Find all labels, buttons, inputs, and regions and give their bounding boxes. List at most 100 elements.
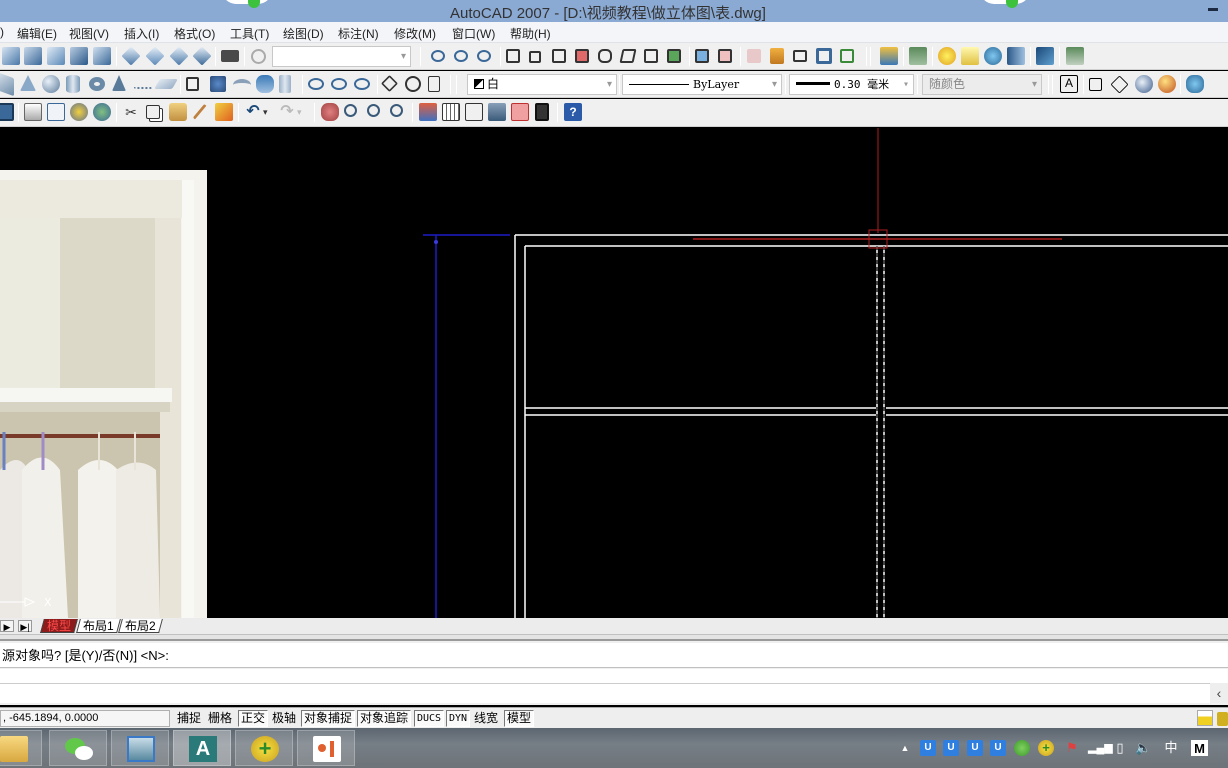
dyn-toggle[interactable]: DYN [446, 710, 471, 727]
3d-box-icon[interactable] [1089, 78, 1102, 91]
taskbar-wechat[interactable] [49, 730, 107, 766]
prev-tab-button[interactable]: ▶ [0, 620, 14, 632]
command-splitter[interactable] [0, 635, 1228, 641]
tab-layout1[interactable]: 布局1 [76, 619, 121, 633]
text-style-icon[interactable]: A [1060, 75, 1078, 93]
redo-icon[interactable]: ↷ [278, 103, 296, 121]
volume-icon[interactable]: 🔈 [1135, 740, 1151, 756]
3d-rotate-icon[interactable] [405, 76, 421, 92]
cone-icon[interactable] [20, 75, 36, 91]
render-window-icon[interactable] [1036, 47, 1054, 65]
box-icon[interactable] [0, 71, 14, 97]
front-view-icon[interactable] [93, 47, 111, 65]
check-icon[interactable] [840, 49, 854, 63]
menu-insert[interactable]: 插入(I) [124, 25, 159, 42]
toolbar-lock-icon[interactable] [1217, 712, 1228, 726]
intersect-icon[interactable] [354, 78, 370, 90]
sphere-icon[interactable] [42, 75, 60, 93]
coordinate-readout[interactable]: , -645.1894, 0.0000 [0, 710, 170, 727]
lineweight-toggle[interactable]: 线宽 [471, 710, 501, 727]
linetype-dropdown[interactable]: ByLayer ▾ [622, 74, 782, 95]
pyramid-icon[interactable] [112, 75, 126, 91]
color-faces-icon[interactable] [667, 49, 681, 63]
top-view-icon[interactable] [2, 47, 20, 65]
clean-icon[interactable] [770, 48, 784, 64]
camera-icon[interactable] [221, 50, 239, 62]
right-view-icon[interactable] [70, 47, 88, 65]
zoom-realtime-icon[interactable] [344, 104, 357, 117]
sheet-set-icon[interactable] [488, 103, 506, 121]
intersect-icon[interactable] [477, 50, 491, 62]
menu-draw[interactable]: 绘图(D) [283, 25, 324, 42]
sw-iso-icon[interactable] [121, 46, 141, 66]
otrack-toggle[interactable]: 对象追踪 [357, 710, 412, 727]
tray-u-app-icon[interactable]: U [967, 740, 983, 756]
menu-modify[interactable]: 修改(M) [394, 25, 436, 42]
planar-surface-icon[interactable] [154, 79, 178, 89]
menu-window[interactable]: 窗口(W) [452, 25, 495, 42]
cylinder-icon[interactable] [66, 75, 80, 93]
separate-icon[interactable] [793, 50, 807, 62]
loft-icon[interactable] [279, 75, 291, 93]
comm-center-warning-icon[interactable] [1197, 710, 1213, 726]
3d-wire-icon[interactable] [1110, 75, 1129, 94]
subtract-icon[interactable] [454, 50, 468, 62]
imprint-icon[interactable] [747, 49, 761, 63]
plot-icon[interactable] [24, 103, 42, 121]
toolpalette-icon[interactable] [1186, 75, 1204, 93]
materials-icon[interactable] [984, 47, 1002, 65]
model-toggle[interactable]: 模型 [504, 710, 535, 727]
redo-dropdown-icon[interactable]: ▾ [297, 103, 307, 121]
tray-u-app-icon[interactable]: U [920, 740, 936, 756]
subtract-icon[interactable] [331, 78, 347, 90]
plot-preview-icon[interactable] [47, 103, 65, 121]
taskbar-office-app[interactable] [297, 730, 355, 766]
left-view-icon[interactable] [47, 47, 65, 65]
move-faces-icon[interactable] [529, 51, 541, 63]
tool-palettes-icon[interactable] [465, 103, 483, 121]
osnap-toggle[interactable]: 对象捕捉 [301, 710, 356, 727]
render-settings-icon[interactable] [909, 47, 927, 65]
taskbar-file-explorer[interactable] [0, 730, 42, 766]
match-properties-icon[interactable] [192, 103, 208, 121]
shell-icon[interactable] [816, 48, 832, 64]
quickcalc-icon[interactable] [535, 103, 549, 121]
bottom-view-icon[interactable] [24, 47, 42, 65]
ducs-toggle[interactable]: DUCS [414, 710, 445, 727]
globe-icon[interactable] [1135, 75, 1153, 93]
undo-dropdown-icon[interactable]: ▾ [263, 103, 273, 121]
color-edges-icon[interactable] [718, 49, 732, 63]
power-icon[interactable]: ▯ [1112, 740, 1128, 756]
copy-icon[interactable] [146, 105, 160, 119]
offset-faces-icon[interactable] [552, 49, 566, 63]
se-iso-icon[interactable] [145, 46, 165, 66]
tab-model[interactable]: 模型 [40, 619, 78, 633]
union-icon[interactable] [308, 78, 324, 90]
delete-faces-icon[interactable] [575, 49, 589, 63]
pan-icon[interactable] [321, 103, 339, 121]
publish-icon[interactable] [70, 103, 88, 121]
taskbar-360-security[interactable]: + [235, 730, 293, 766]
lights-icon[interactable] [938, 47, 956, 65]
torus-icon[interactable] [89, 77, 105, 91]
tray-u-app-icon[interactable]: U [990, 740, 1006, 756]
copy-edges-icon[interactable] [695, 49, 709, 63]
grid-toggle[interactable]: 栅格 [205, 710, 235, 727]
revolve-icon[interactable] [256, 75, 274, 93]
action-center-flag-icon[interactable]: ⚑ [1064, 740, 1080, 756]
previous-view-icon[interactable] [251, 49, 266, 64]
3d-dwf-icon[interactable] [93, 103, 111, 121]
menu-edit[interactable]: 编辑(E) [17, 25, 57, 42]
lineweight-dropdown[interactable]: 0.30 毫米 ▾ [789, 74, 914, 95]
union-icon[interactable] [431, 50, 445, 62]
paste-icon[interactable] [169, 103, 187, 121]
copy-faces-icon[interactable] [644, 49, 658, 63]
tray-360-icon[interactable]: + [1038, 740, 1054, 756]
show-hidden-icons-button[interactable]: ▲ [897, 740, 913, 756]
light-list-icon[interactable] [961, 47, 979, 65]
minimize-button[interactable] [1208, 8, 1218, 11]
save-icon[interactable] [0, 103, 14, 121]
render-icon[interactable] [880, 47, 898, 65]
color-dropdown[interactable]: 白 ▾ [467, 74, 617, 95]
menu-tools[interactable]: 工具(T) [230, 25, 269, 42]
